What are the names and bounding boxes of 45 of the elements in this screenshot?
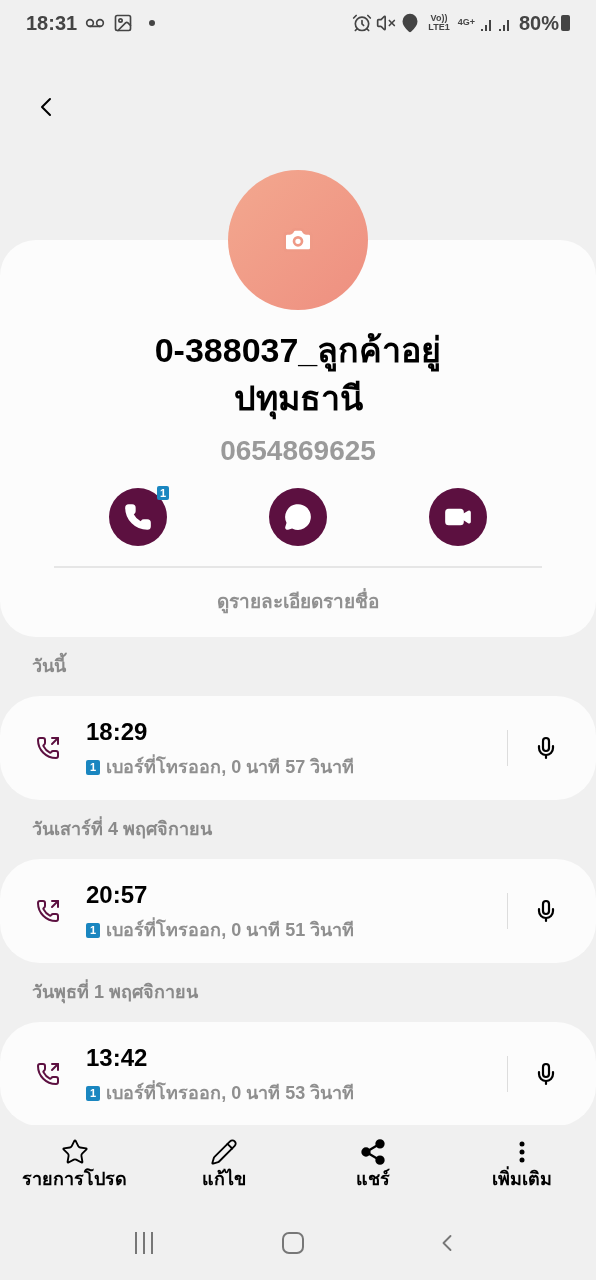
- sim-badge: 1: [86, 1086, 101, 1101]
- video-button[interactable]: [429, 488, 487, 546]
- alarm-icon: [352, 12, 373, 33]
- volte-label: Vo)): [430, 13, 448, 23]
- network-label: 4G+: [457, 15, 475, 29]
- image-icon: [113, 12, 134, 33]
- call-description: เบอร์ที่โทรออก, 0 นาที 53 วินาที: [106, 1080, 355, 1107]
- call-button[interactable]: 1: [109, 488, 167, 546]
- contact-name: 0-388037_ลูกค้าอยู่ปทุมธานี: [108, 326, 488, 422]
- star-icon: [60, 1137, 89, 1166]
- sim-badge: 1: [86, 923, 101, 938]
- date-header: วันเสาร์ที่ 4 พฤศจิกายน: [31, 815, 213, 841]
- call-description: เบอร์ที่โทรออก, 0 นาที 51 วินาที: [106, 917, 355, 944]
- battery-percent: 80%: [518, 10, 559, 36]
- pencil-icon: [209, 1137, 238, 1166]
- call-time: 18:29: [86, 717, 149, 747]
- chat-bubble-icon: [284, 503, 312, 531]
- mute-icon: [376, 12, 397, 33]
- sim-badge: 1: [86, 760, 101, 775]
- call-time: 20:57: [86, 880, 149, 910]
- call-description: เบอร์ที่โทรออก, 0 นาที 57 วินาที: [106, 754, 355, 781]
- outgoing-call-icon: [36, 735, 60, 760]
- more-toolbar-button[interactable]: เพิ่มเติม: [447, 1125, 596, 1205]
- date-header: วันพุธที่ 1 พฤศจิกายน: [31, 978, 199, 1006]
- share-toolbar-button[interactable]: แชร์: [298, 1125, 447, 1205]
- sim-badge: 1: [156, 486, 169, 500]
- share-icon: [358, 1137, 387, 1166]
- call-time: 13:42: [86, 1043, 149, 1073]
- edit-toolbar-button[interactable]: แก้ไข: [149, 1125, 298, 1205]
- recent-apps-button[interactable]: [134, 1231, 153, 1254]
- outgoing-call-icon: [36, 1061, 60, 1086]
- message-button[interactable]: [269, 488, 327, 546]
- favorite-toolbar-button[interactable]: รายการโปรด: [0, 1125, 149, 1205]
- phone-number: 0654869625: [220, 434, 376, 468]
- home-button[interactable]: [282, 1231, 304, 1254]
- outgoing-call-icon: [36, 898, 60, 923]
- status-time: 18:31: [26, 10, 78, 36]
- call-log-item[interactable]: 13:42 1 เบอร์ที่โทรออก, 0 นาที 53 วินาที: [0, 1021, 596, 1125]
- lte-label: LTE1: [428, 22, 450, 32]
- date-header: วันนี้: [0, 636, 596, 696]
- battery-icon: [561, 14, 570, 31]
- call-log-item[interactable]: 20:57 1 เบอร์ที่โทรออก, 0 นาที 51 วินาที: [0, 858, 596, 963]
- more-icon: [518, 1140, 525, 1163]
- call-log-item[interactable]: 18:29 1 เบอร์ที่โทรออก, 0 นาที 57 วินาที: [0, 695, 596, 800]
- phone-icon: [124, 503, 152, 531]
